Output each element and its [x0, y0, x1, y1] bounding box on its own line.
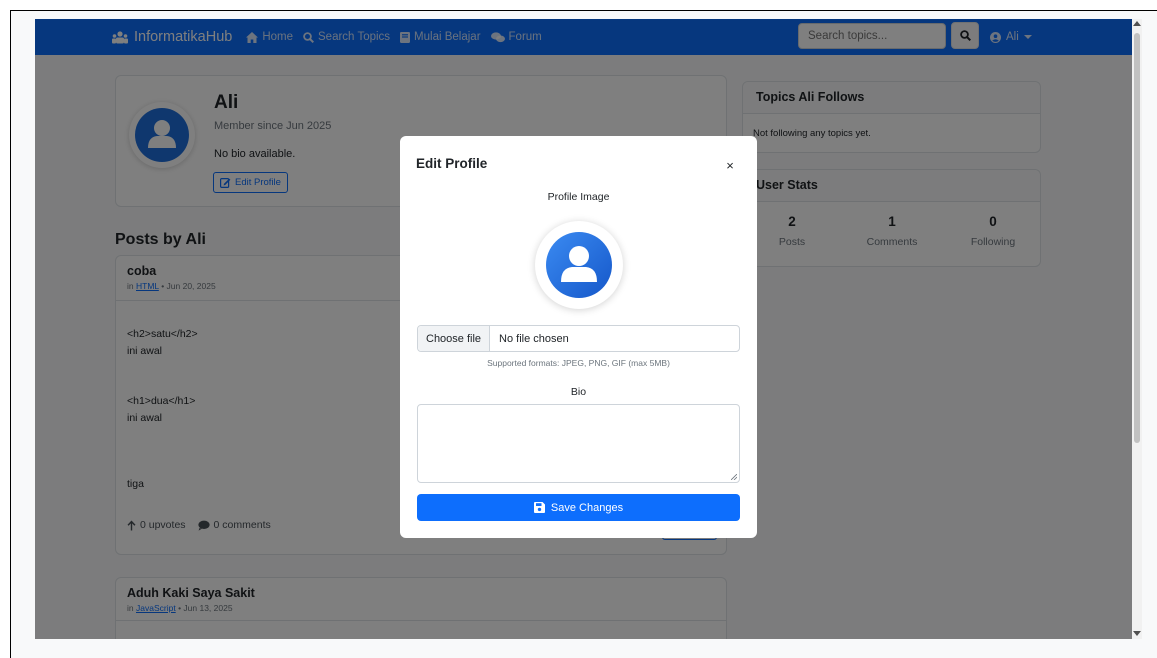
- avatar-preview: [535, 221, 623, 309]
- close-button[interactable]: ×: [723, 157, 737, 173]
- page-viewport: InformatikaHub Home Search Topics: [35, 19, 1132, 639]
- profile-image-label: Profile Image: [547, 191, 610, 203]
- bio-textarea[interactable]: [417, 404, 740, 483]
- file-status: No file chosen: [499, 332, 569, 345]
- browser-frame: InformatikaHub Home Search Topics: [10, 10, 1157, 658]
- file-input[interactable]: Choose file No file chosen: [417, 325, 740, 352]
- edit-profile-modal: Edit Profile × Profile Image Choose file…: [400, 136, 757, 538]
- scrollbar[interactable]: [1132, 19, 1142, 639]
- scroll-up-icon[interactable]: [1133, 21, 1141, 26]
- scrollbar-thumb[interactable]: [1134, 33, 1140, 443]
- user-avatar-icon: [546, 232, 612, 298]
- choose-file-button[interactable]: Choose file: [418, 326, 491, 351]
- close-icon: ×: [726, 157, 734, 173]
- bio-label: Bio: [570, 386, 587, 398]
- resize-grip-icon[interactable]: [731, 474, 737, 480]
- save-changes-button[interactable]: Save Changes: [417, 494, 740, 521]
- file-help-text: Supported formats: JPEG, PNG, GIF (max 5…: [487, 358, 670, 368]
- save-changes-label: Save Changes: [550, 501, 624, 514]
- scroll-down-icon[interactable]: [1133, 631, 1141, 636]
- modal-title: Edit Profile: [416, 156, 488, 171]
- save-icon: [533, 502, 545, 513]
